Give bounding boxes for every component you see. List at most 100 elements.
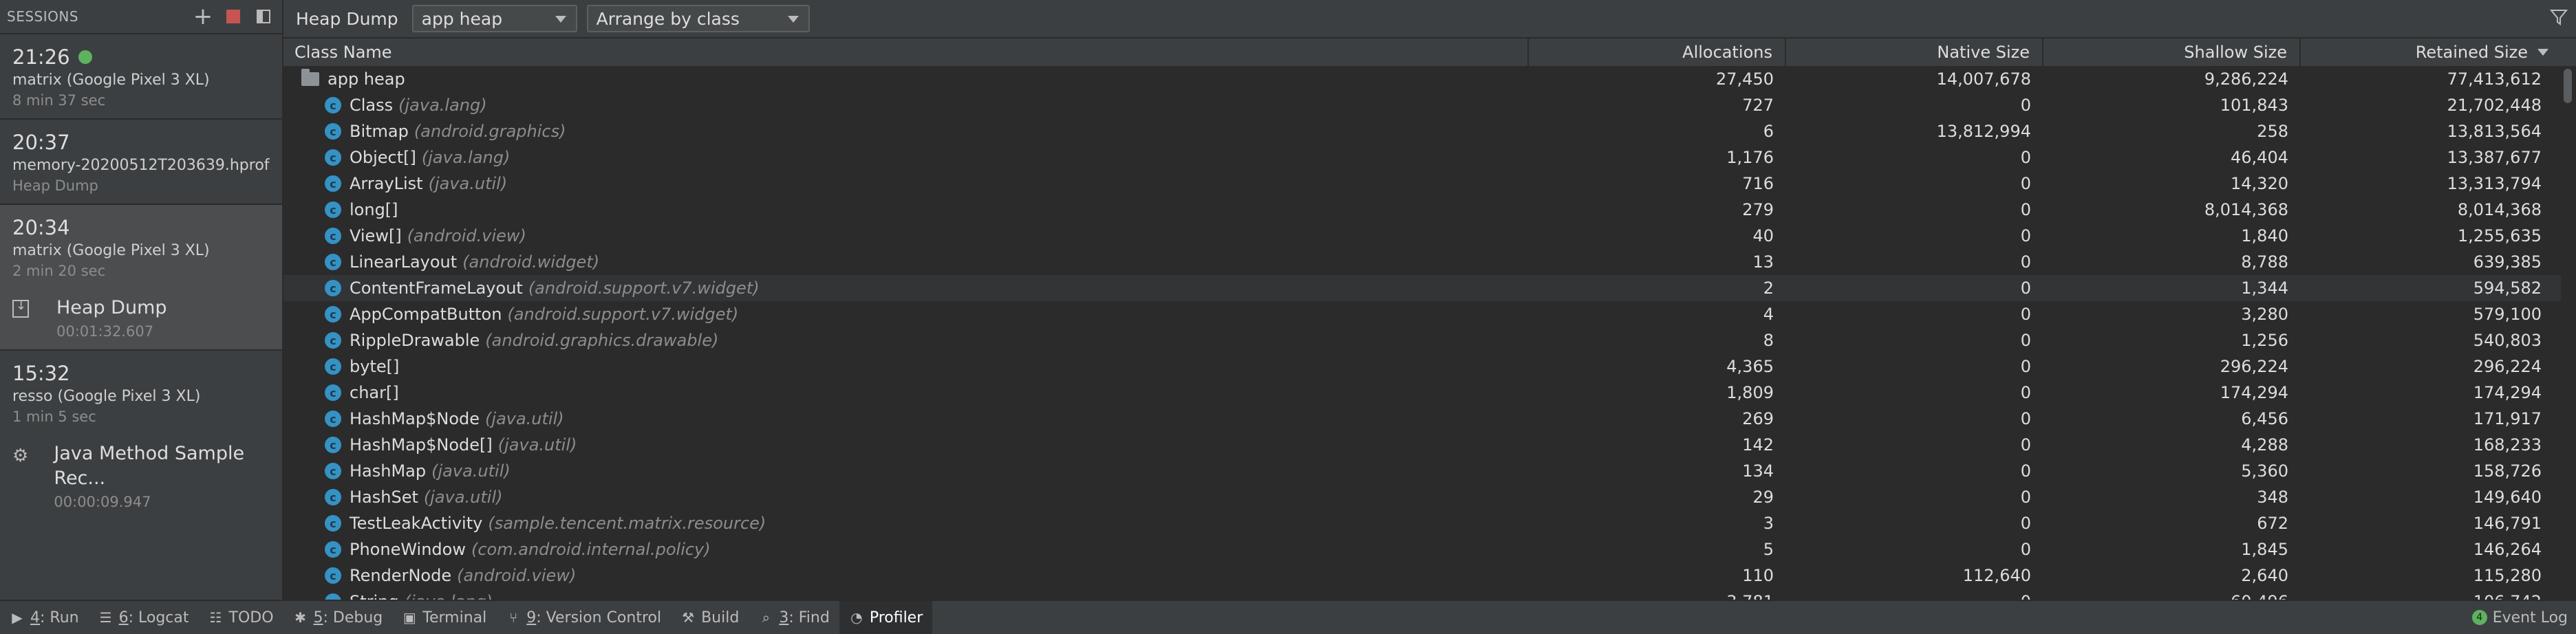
tool-window-debug[interactable]: ✱ 5: Debug bbox=[283, 601, 393, 634]
class-icon: c bbox=[325, 123, 341, 140]
tool-label: : Version Control bbox=[536, 609, 662, 626]
table-row[interactable]: c RippleDrawable (android.graphics.drawabl… bbox=[283, 327, 2561, 353]
session-item[interactable]: 21:26 matrix (Google Pixel 3 XL) 8 min 3… bbox=[0, 34, 282, 120]
table-row[interactable]: c HashMap$Node (java.util) 269 0 6,456 171,917 bbox=[283, 406, 2561, 432]
stop-session-button[interactable] bbox=[222, 5, 245, 28]
class-name-cell: c RenderNode (android.view) bbox=[283, 566, 1529, 585]
table-row[interactable]: c byte[] 4,365 0 296,224 296,224 bbox=[283, 353, 2561, 380]
package-name: (android.widget) bbox=[462, 252, 600, 272]
column-header-allocations[interactable]: Allocations bbox=[1529, 39, 1786, 66]
vertical-scrollbar[interactable] bbox=[2564, 69, 2572, 103]
artifact-time: 00:01:32.607 bbox=[56, 323, 154, 340]
class-name-cell: app heap bbox=[283, 69, 1529, 89]
table-row[interactable]: c HashMap$Node[] (java.util) 142 0 4,288 168,2… bbox=[283, 432, 2561, 458]
class-icon: c bbox=[325, 175, 341, 192]
table-row[interactable]: c ContentFrameLayout (android.support.v7.w… bbox=[283, 275, 2561, 301]
table-row[interactable]: c TestLeakActivity (sample.tencent.matrix.… bbox=[283, 510, 2561, 536]
tool-window-version-control[interactable]: ⑂ 9: Version Control bbox=[496, 601, 671, 634]
sort-descending-icon bbox=[2537, 49, 2548, 56]
heap-dump-icon bbox=[12, 298, 29, 318]
tool-window-find[interactable]: ⌕ 3: Find bbox=[749, 601, 839, 634]
chevron-down-icon bbox=[555, 16, 566, 23]
table-row[interactable]: c PhoneWindow (com.android.internal.policy… bbox=[283, 536, 2561, 562]
table-row[interactable]: c long[] 279 0 8,014,368 8,014,368 bbox=[283, 197, 2561, 223]
shallow-cell: 1,845 bbox=[2241, 540, 2288, 559]
table-row[interactable]: c Class (java.lang) 727 0 101,843 21,702,448 bbox=[283, 92, 2561, 118]
alloc-cell: 279 bbox=[1742, 200, 1774, 219]
class-name: long[] bbox=[350, 200, 398, 219]
tool-label: : Find bbox=[788, 609, 830, 626]
retained-cell: 1,255,635 bbox=[2457, 226, 2542, 245]
class-name: HashMap$Node[] bbox=[350, 435, 493, 455]
table-row[interactable]: app heap 27,450 14,007,678 9,286,224 77,413,… bbox=[283, 66, 2561, 92]
table-row[interactable]: c HashSet (java.util) 29 0 348 149,640 bbox=[283, 484, 2561, 510]
session-device: resso (Google Pixel 3 XL) bbox=[12, 388, 201, 405]
class-name: LinearLayout bbox=[350, 252, 458, 272]
logcat-icon: ☰ bbox=[99, 609, 112, 626]
package-name: (android.support.v7.widget) bbox=[507, 305, 739, 324]
heap-toolbar: Heap Dump app heap Arrange by class bbox=[283, 0, 2576, 39]
table-row[interactable]: c LinearLayout (android.widget) 13 0 8,788 639… bbox=[283, 249, 2561, 275]
add-session-button[interactable]: + bbox=[191, 5, 215, 28]
event-log-button[interactable]: 4 Event Log bbox=[2471, 601, 2568, 634]
retained-cell: 115,280 bbox=[2473, 566, 2542, 585]
column-header-shallow-size[interactable]: Shallow Size bbox=[2043, 39, 2301, 66]
method-trace-artifact[interactable]: ⚙ Java Method Sample Rec... 00:00:09.947 bbox=[0, 435, 282, 520]
filter-icon bbox=[2549, 10, 2568, 25]
tool-window-profiler[interactable]: ◔ Profiler bbox=[839, 601, 933, 634]
class-name-cell: c ContentFrameLayout (android.support.v7.w… bbox=[283, 278, 1529, 298]
table-row[interactable]: c View[] (android.view) 40 0 1,840 1,255,635 bbox=[283, 223, 2561, 249]
tool-window-run[interactable]: ▶ 4: Run bbox=[0, 601, 89, 634]
class-name: Class bbox=[350, 96, 394, 115]
retained-cell: 13,313,794 bbox=[2447, 174, 2542, 193]
table-row[interactable]: c RenderNode (android.view) 110 112,640 2,640… bbox=[283, 562, 2561, 589]
session-time: 15:32 bbox=[12, 362, 70, 385]
heap-dump-artifact[interactable]: Heap Dump 00:01:32.607 bbox=[0, 289, 282, 351]
todo-icon: ☷ bbox=[209, 609, 222, 626]
alloc-cell: 6 bbox=[1763, 122, 1774, 141]
class-name-cell: c Bitmap (android.graphics) bbox=[283, 122, 1529, 141]
class-icon: c bbox=[325, 254, 341, 270]
column-header-class-name[interactable]: Class Name bbox=[283, 39, 1529, 66]
class-name: Object[] bbox=[350, 148, 416, 167]
class-name: HashMap$Node bbox=[350, 409, 480, 428]
table-row[interactable]: c HashMap (java.util) 134 0 5,360 158,726 bbox=[283, 458, 2561, 484]
table-row[interactable]: c AppCompatButton (android.support.v7.widg… bbox=[283, 301, 2561, 327]
shallow-cell: 6,456 bbox=[2241, 409, 2288, 428]
package-name: (android.view) bbox=[457, 566, 577, 585]
tool-window-todo[interactable]: ☷ TODO bbox=[199, 601, 283, 634]
alloc-cell: 8 bbox=[1763, 331, 1774, 350]
class-icon: c bbox=[325, 541, 341, 558]
filter-button[interactable] bbox=[2548, 7, 2569, 28]
session-duration: 8 min 37 sec bbox=[12, 92, 106, 109]
table-row[interactable]: c Object[] (java.lang) 1,176 0 46,404 13,387,6… bbox=[283, 144, 2561, 171]
class-name-cell: c AppCompatButton (android.support.v7.widg… bbox=[283, 305, 1529, 324]
column-header-native-size[interactable]: Native Size bbox=[1786, 39, 2043, 66]
table-row[interactable]: c char[] 1,809 0 174,294 174,294 bbox=[283, 380, 2561, 406]
table-row[interactable]: c Bitmap (android.graphics) 6 13,812,994 258 1… bbox=[283, 118, 2561, 144]
class-icon: c bbox=[325, 358, 341, 375]
session-item[interactable]: 15:32 resso (Google Pixel 3 XL) 1 min 5 … bbox=[0, 351, 282, 435]
event-log-label: Event Log bbox=[2492, 609, 2568, 626]
alloc-cell: 727 bbox=[1742, 96, 1774, 115]
tool-window-build[interactable]: ⚒ Build bbox=[671, 601, 749, 634]
terminal-icon: ▣ bbox=[402, 609, 416, 626]
session-item[interactable]: 20:34 matrix (Google Pixel 3 XL) 2 min 2… bbox=[0, 205, 282, 289]
session-item[interactable]: 20:37 memory-20200512T203639.hprof Heap … bbox=[0, 120, 282, 205]
retained-cell: 168,233 bbox=[2473, 435, 2542, 455]
tool-window-terminal[interactable]: ▣ Terminal bbox=[392, 601, 496, 634]
class-name: PhoneWindow bbox=[350, 540, 466, 559]
heap-select[interactable]: app heap bbox=[411, 5, 577, 32]
class-name-cell: c View[] (android.view) bbox=[283, 226, 1529, 245]
native-cell: 0 bbox=[2020, 96, 2031, 115]
collapse-panel-button[interactable] bbox=[252, 5, 275, 28]
shallow-cell: 1,256 bbox=[2241, 331, 2288, 350]
class-name-cell: c HashMap$Node (java.util) bbox=[283, 409, 1529, 428]
arrange-select[interactable]: Arrange by class bbox=[586, 5, 810, 32]
column-header-retained-size[interactable]: Retained Size bbox=[2301, 39, 2558, 66]
heap-dump-view: Heap Dump app heap Arrange by class Clas… bbox=[283, 0, 2576, 601]
tool-window-logcat[interactable]: ☰ 6: Logcat bbox=[89, 601, 199, 634]
table-row[interactable]: c ArrayList (java.util) 716 0 14,320 13,313,79… bbox=[283, 171, 2561, 197]
tool-label: : Debug bbox=[323, 609, 383, 626]
native-cell: 0 bbox=[2020, 409, 2031, 428]
